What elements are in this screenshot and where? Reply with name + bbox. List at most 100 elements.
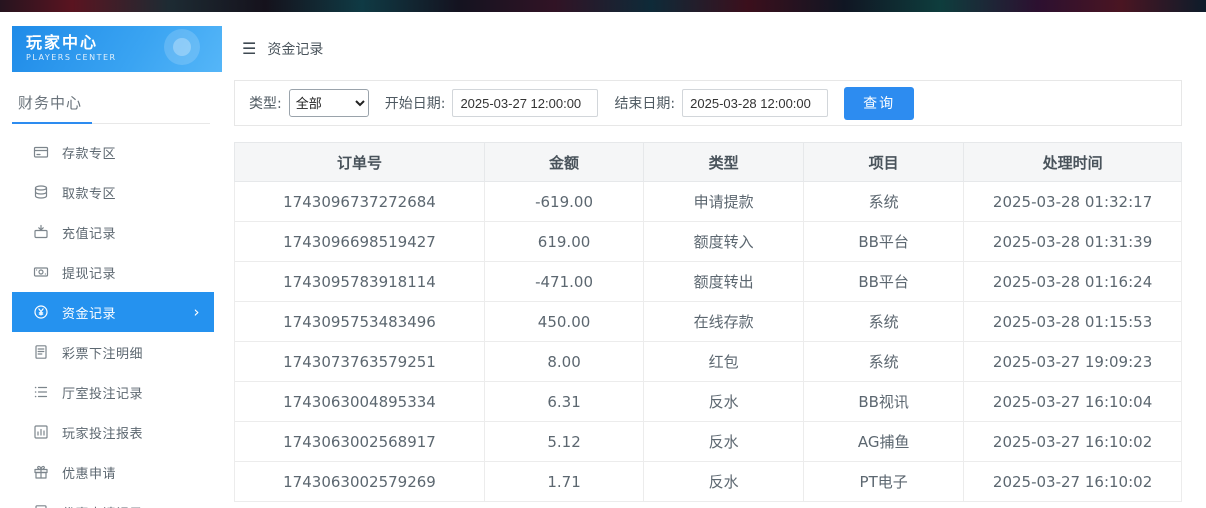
type-label: 类型:: [249, 93, 282, 113]
deposit-card-icon: [33, 144, 49, 160]
cell-time: 2025-03-27 16:10:04: [964, 382, 1182, 422]
cell-time: 2025-03-28 01:16:24: [964, 262, 1182, 302]
banknote-icon: [33, 264, 49, 280]
cell-type: 反水: [644, 422, 804, 462]
sidebar: 玩家中心 PLAYERS CENTER 财务中心 存款专区 取款专区: [0, 12, 222, 508]
cell-amount: -471.00: [485, 262, 644, 302]
col-header-order-no: 订单号: [235, 143, 485, 182]
sidebar-item-label: 厅室投注记录: [62, 383, 143, 402]
cell-amount: 619.00: [485, 222, 644, 262]
sidebar-item-withdrawal-records[interactable]: 提现记录: [12, 252, 214, 292]
table-row: 1743096737272684 -619.00 申请提款 系统 2025-03…: [235, 182, 1182, 222]
gift-icon: [33, 464, 49, 480]
query-button[interactable]: 查询: [844, 87, 914, 120]
cell-order-no: 1743063002568917: [235, 422, 485, 462]
sidebar-item-label: 提现记录: [62, 263, 116, 282]
col-header-processed-time: 处理时间: [964, 143, 1182, 182]
start-date-label: 开始日期:: [385, 93, 446, 113]
cell-order-no: 1743095783918114: [235, 262, 485, 302]
sidebar-item-promo-apply-records[interactable]: 优惠申请记录: [12, 492, 214, 508]
cell-item: 系统: [804, 342, 964, 382]
sidebar-menu: 存款专区 取款专区 充值记录 提现记录: [0, 132, 222, 508]
sidebar-item-label: 玩家投注报表: [62, 423, 143, 442]
top-photo-banner: [0, 0, 1206, 12]
sidebar-item-withdraw-zone[interactable]: 取款专区: [12, 172, 214, 212]
funds-records-table: 订单号 金额 类型 项目 处理时间 1743096737272684 -619.…: [234, 142, 1182, 502]
cell-amount: 8.00: [485, 342, 644, 382]
coins-icon: [33, 184, 49, 200]
col-header-amount: 金额: [485, 143, 644, 182]
cell-time: 2025-03-28 01:32:17: [964, 182, 1182, 222]
cell-item: BB视讯: [804, 382, 964, 422]
main-content: ☰ 资金记录 类型: 全部 开始日期: 结束日期: 查询 订单号 金额 类型: [222, 12, 1206, 508]
cell-time: 2025-03-27 16:10:02: [964, 422, 1182, 462]
cell-type: 额度转出: [644, 262, 804, 302]
sidebar-item-player-bet-report[interactable]: 玩家投注报表: [12, 412, 214, 452]
breadcrumb: ☰ 资金记录: [222, 12, 1206, 59]
sidebar-item-hall-bet-records[interactable]: 厅室投注记录: [12, 372, 214, 412]
cell-item: AG捕鱼: [804, 422, 964, 462]
table-row: 1743063004895334 6.31 反水 BB视讯 2025-03-27…: [235, 382, 1182, 422]
cell-order-no: 1743063002579269: [235, 462, 485, 502]
cell-amount: 1.71: [485, 462, 644, 502]
cell-time: 2025-03-28 01:31:39: [964, 222, 1182, 262]
cell-item: PT电子: [804, 462, 964, 502]
hamburger-menu-icon[interactable]: ☰: [242, 41, 256, 57]
sidebar-item-deposit-zone[interactable]: 存款专区: [12, 132, 214, 172]
cell-type: 反水: [644, 382, 804, 422]
cell-time: 2025-03-28 01:15:53: [964, 302, 1182, 342]
document-check-icon: [33, 504, 49, 508]
sidebar-item-label: 彩票下注明细: [62, 343, 143, 362]
cell-amount: 450.00: [485, 302, 644, 342]
cell-item: 系统: [804, 182, 964, 222]
page-title: 资金记录: [267, 39, 323, 59]
sidebar-item-promo-apply[interactable]: 优惠申请: [12, 452, 214, 492]
cell-item: 系统: [804, 302, 964, 342]
deposit-arrow-icon: [33, 224, 49, 240]
cell-amount: -619.00: [485, 182, 644, 222]
sidebar-item-label: 存款专区: [62, 143, 116, 162]
table-row: 1743073763579251 8.00 红包 系统 2025-03-27 1…: [235, 342, 1182, 382]
sidebar-item-label: 优惠申请记录: [62, 503, 143, 508]
chevron-right-icon: ›: [194, 305, 201, 320]
end-date-label: 结束日期:: [614, 93, 675, 113]
sidebar-section-title: 财务中心: [12, 92, 210, 124]
bar-chart-icon: [33, 424, 49, 440]
cell-type: 额度转入: [644, 222, 804, 262]
sidebar-header: 玩家中心 PLAYERS CENTER: [12, 26, 222, 72]
cell-order-no: 1743096737272684: [235, 182, 485, 222]
cell-order-no: 1743063004895334: [235, 382, 485, 422]
cell-item: BB平台: [804, 262, 964, 302]
cell-amount: 6.31: [485, 382, 644, 422]
cell-type: 申请提款: [644, 182, 804, 222]
col-header-item: 项目: [804, 143, 964, 182]
sidebar-item-label: 充值记录: [62, 223, 116, 242]
table-row: 1743095783918114 -471.00 额度转出 BB平台 2025-…: [235, 262, 1182, 302]
cell-order-no: 1743095753483496: [235, 302, 485, 342]
sidebar-item-label: 资金记录: [62, 303, 116, 322]
table-row: 1743063002579269 1.71 反水 PT电子 2025-03-27…: [235, 462, 1182, 502]
cell-amount: 5.12: [485, 422, 644, 462]
money-circle-icon: [33, 304, 49, 320]
sidebar-item-label: 取款专区: [62, 183, 116, 202]
cell-time: 2025-03-27 16:10:02: [964, 462, 1182, 502]
sidebar-item-recharge-records[interactable]: 充值记录: [12, 212, 214, 252]
sidebar-item-lottery-bet-details[interactable]: 彩票下注明细: [12, 332, 214, 372]
table-row: 1743096698519427 619.00 额度转入 BB平台 2025-0…: [235, 222, 1182, 262]
document-lines-icon: [33, 344, 49, 360]
cell-type: 在线存款: [644, 302, 804, 342]
col-header-type: 类型: [644, 143, 804, 182]
player-center-page: 玩家中心 PLAYERS CENTER 财务中心 存款专区 取款专区: [0, 0, 1206, 508]
start-date-input[interactable]: [452, 89, 598, 117]
cell-item: BB平台: [804, 222, 964, 262]
sidebar-item-label: 优惠申请: [62, 463, 116, 482]
table-row: 1743095753483496 450.00 在线存款 系统 2025-03-…: [235, 302, 1182, 342]
type-select[interactable]: 全部: [289, 89, 369, 117]
list-icon: [33, 384, 49, 400]
cell-order-no: 1743096698519427: [235, 222, 485, 262]
cell-type: 红包: [644, 342, 804, 382]
cell-order-no: 1743073763579251: [235, 342, 485, 382]
sidebar-item-funds-records[interactable]: 资金记录 ›: [12, 292, 214, 332]
cell-time: 2025-03-27 19:09:23: [964, 342, 1182, 382]
end-date-input[interactable]: [682, 89, 828, 117]
